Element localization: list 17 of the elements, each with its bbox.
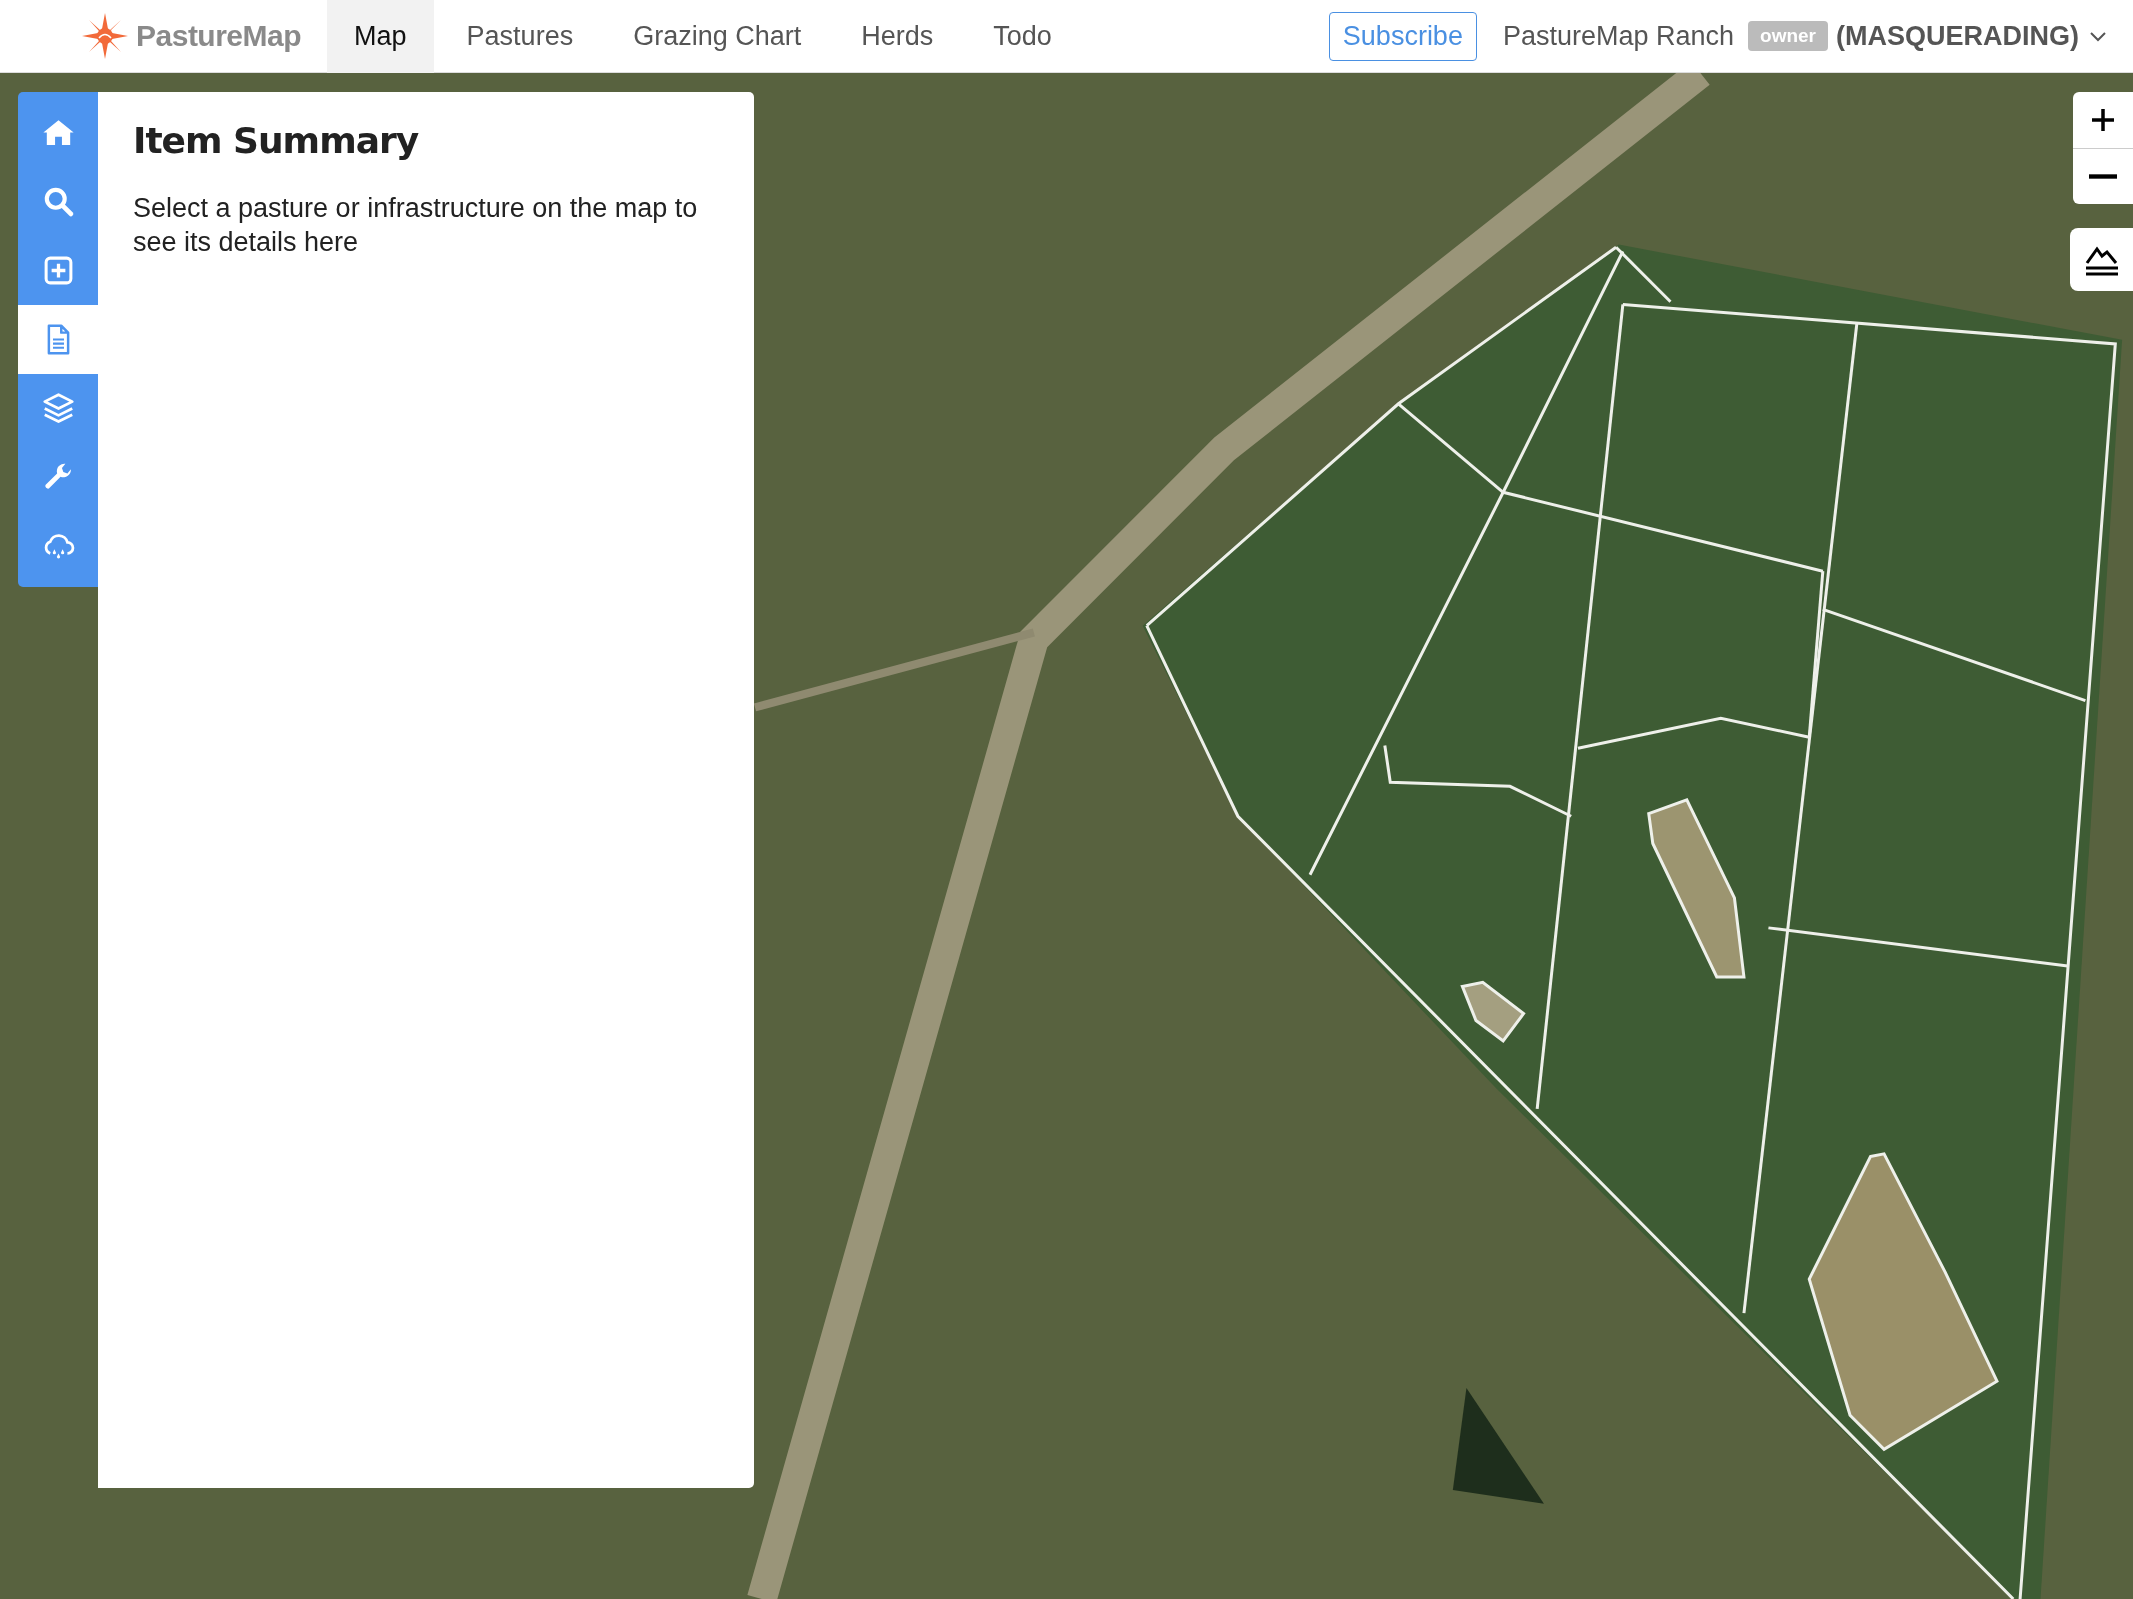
masquerade-label[interactable]: (MASQUERADING) (1836, 20, 2079, 52)
ranch-name[interactable]: PastureMap Ranch (1502, 20, 1735, 52)
nav-tab[interactable]: Herds (834, 0, 961, 73)
nav-tab[interactable]: Pastures (439, 0, 601, 73)
role-badge: owner (1748, 21, 1828, 51)
sidebar-item[interactable] (18, 305, 98, 374)
layers-icon (41, 392, 75, 425)
nav-tab[interactable]: Map (327, 0, 434, 73)
terrain-button[interactable] (2070, 228, 2133, 291)
nav-tab[interactable]: Todo (966, 0, 1079, 73)
minus-icon (2089, 174, 2117, 179)
chevron-down-icon[interactable] (2089, 30, 2107, 42)
panel-message: Select a pasture or infrastructure on the map to see its details here (133, 192, 699, 259)
nav-tab[interactable]: Grazing Chart (606, 0, 829, 73)
panel-title: Item Summary (133, 120, 420, 161)
plus-icon (2089, 106, 2117, 134)
bare-ground-patch (1460, 980, 1526, 1043)
